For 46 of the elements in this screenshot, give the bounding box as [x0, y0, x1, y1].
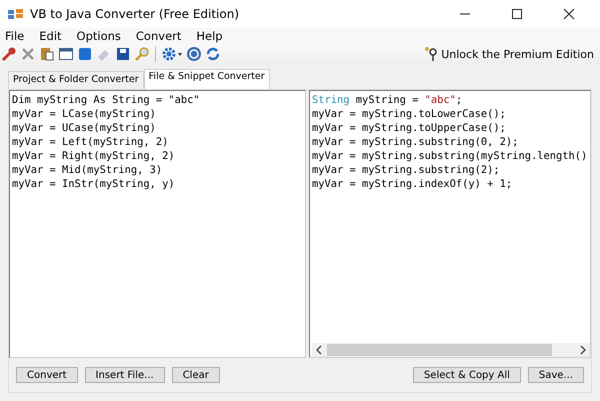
code-line: myVar = Right(myString, 2)	[12, 149, 176, 163]
vb-code-editor[interactable]: Dim myString As String = "abc" myVar = LCase(myString) myVar = UCase(myString) myVar = Left(myString, 2) myVar = Right(myString, 2) myVar = Mid(myString, 3) myVar = InStr(myString, y)	[9, 90, 306, 358]
code-line: myVar = LCase(myString)	[12, 107, 157, 121]
menu-item[interactable]: File	[5, 29, 24, 43]
scrollbar-thumb[interactable]	[327, 344, 552, 356]
code-line: myVar = myString.indexOf(y) + 1;	[312, 177, 514, 191]
gear-icon[interactable]	[161, 46, 183, 62]
menu-item[interactable]: Convert	[136, 29, 182, 43]
code-line: Dim myString As String = "abc"	[12, 93, 201, 107]
code-line: myVar = myString.substring(2);	[312, 163, 501, 177]
scroll-left-icon[interactable]	[315, 345, 323, 355]
code-line: myVar = myString.substring(0, 2);	[312, 135, 520, 149]
menu-item[interactable]: Help	[196, 29, 223, 43]
action-button[interactable]: Select & Copy All	[412, 367, 521, 383]
code-line: String myString = "abc";	[312, 93, 464, 107]
tab[interactable]: Project & Folder Converter	[8, 71, 144, 89]
code-line: myVar = myString.toLowerCase();	[312, 107, 507, 121]
close-icon[interactable]	[563, 8, 575, 20]
unlock-link[interactable]: Unlock the Premium Edition	[441, 48, 594, 60]
app-icon	[8, 8, 24, 20]
action-button[interactable]: Save...	[528, 367, 584, 383]
action-button[interactable]: Convert	[16, 367, 78, 383]
delete-icon[interactable]	[20, 46, 36, 62]
refresh-icon[interactable]	[205, 46, 221, 62]
paste-icon[interactable]	[39, 46, 55, 62]
code-line: myVar = Left(myString, 2)	[12, 135, 170, 149]
code-line: myVar = myString.toUpperCase();	[312, 121, 507, 135]
action-button[interactable]: Insert File...	[84, 367, 165, 383]
code-line: myVar = myString.substring(myString.length()	[312, 149, 588, 163]
menu-item[interactable]: Edit	[39, 29, 62, 43]
square-icon[interactable]	[77, 46, 93, 62]
java-code-editor[interactable]	[309, 90, 591, 358]
window-title: VB to Java Converter (Free Edition)	[30, 7, 240, 21]
wrench-icon[interactable]	[1, 46, 17, 62]
tab[interactable]: File & Snippet Converter	[144, 69, 270, 89]
code-line: myVar = InStr(myString, y)	[12, 177, 176, 191]
scroll-right-icon[interactable]	[579, 345, 587, 355]
maximize-icon[interactable]	[511, 8, 523, 20]
action-button[interactable]: Clear	[172, 367, 220, 383]
window-icon[interactable]	[58, 46, 74, 62]
menu-item[interactable]: Options	[76, 29, 121, 43]
code-line: myVar = UCase(myString)	[12, 121, 157, 135]
horizontal-scrollbar[interactable]	[312, 343, 590, 357]
save-icon[interactable]	[115, 46, 131, 62]
code-line: myVar = Mid(myString, 3)	[12, 163, 164, 177]
key-icon	[424, 46, 438, 62]
